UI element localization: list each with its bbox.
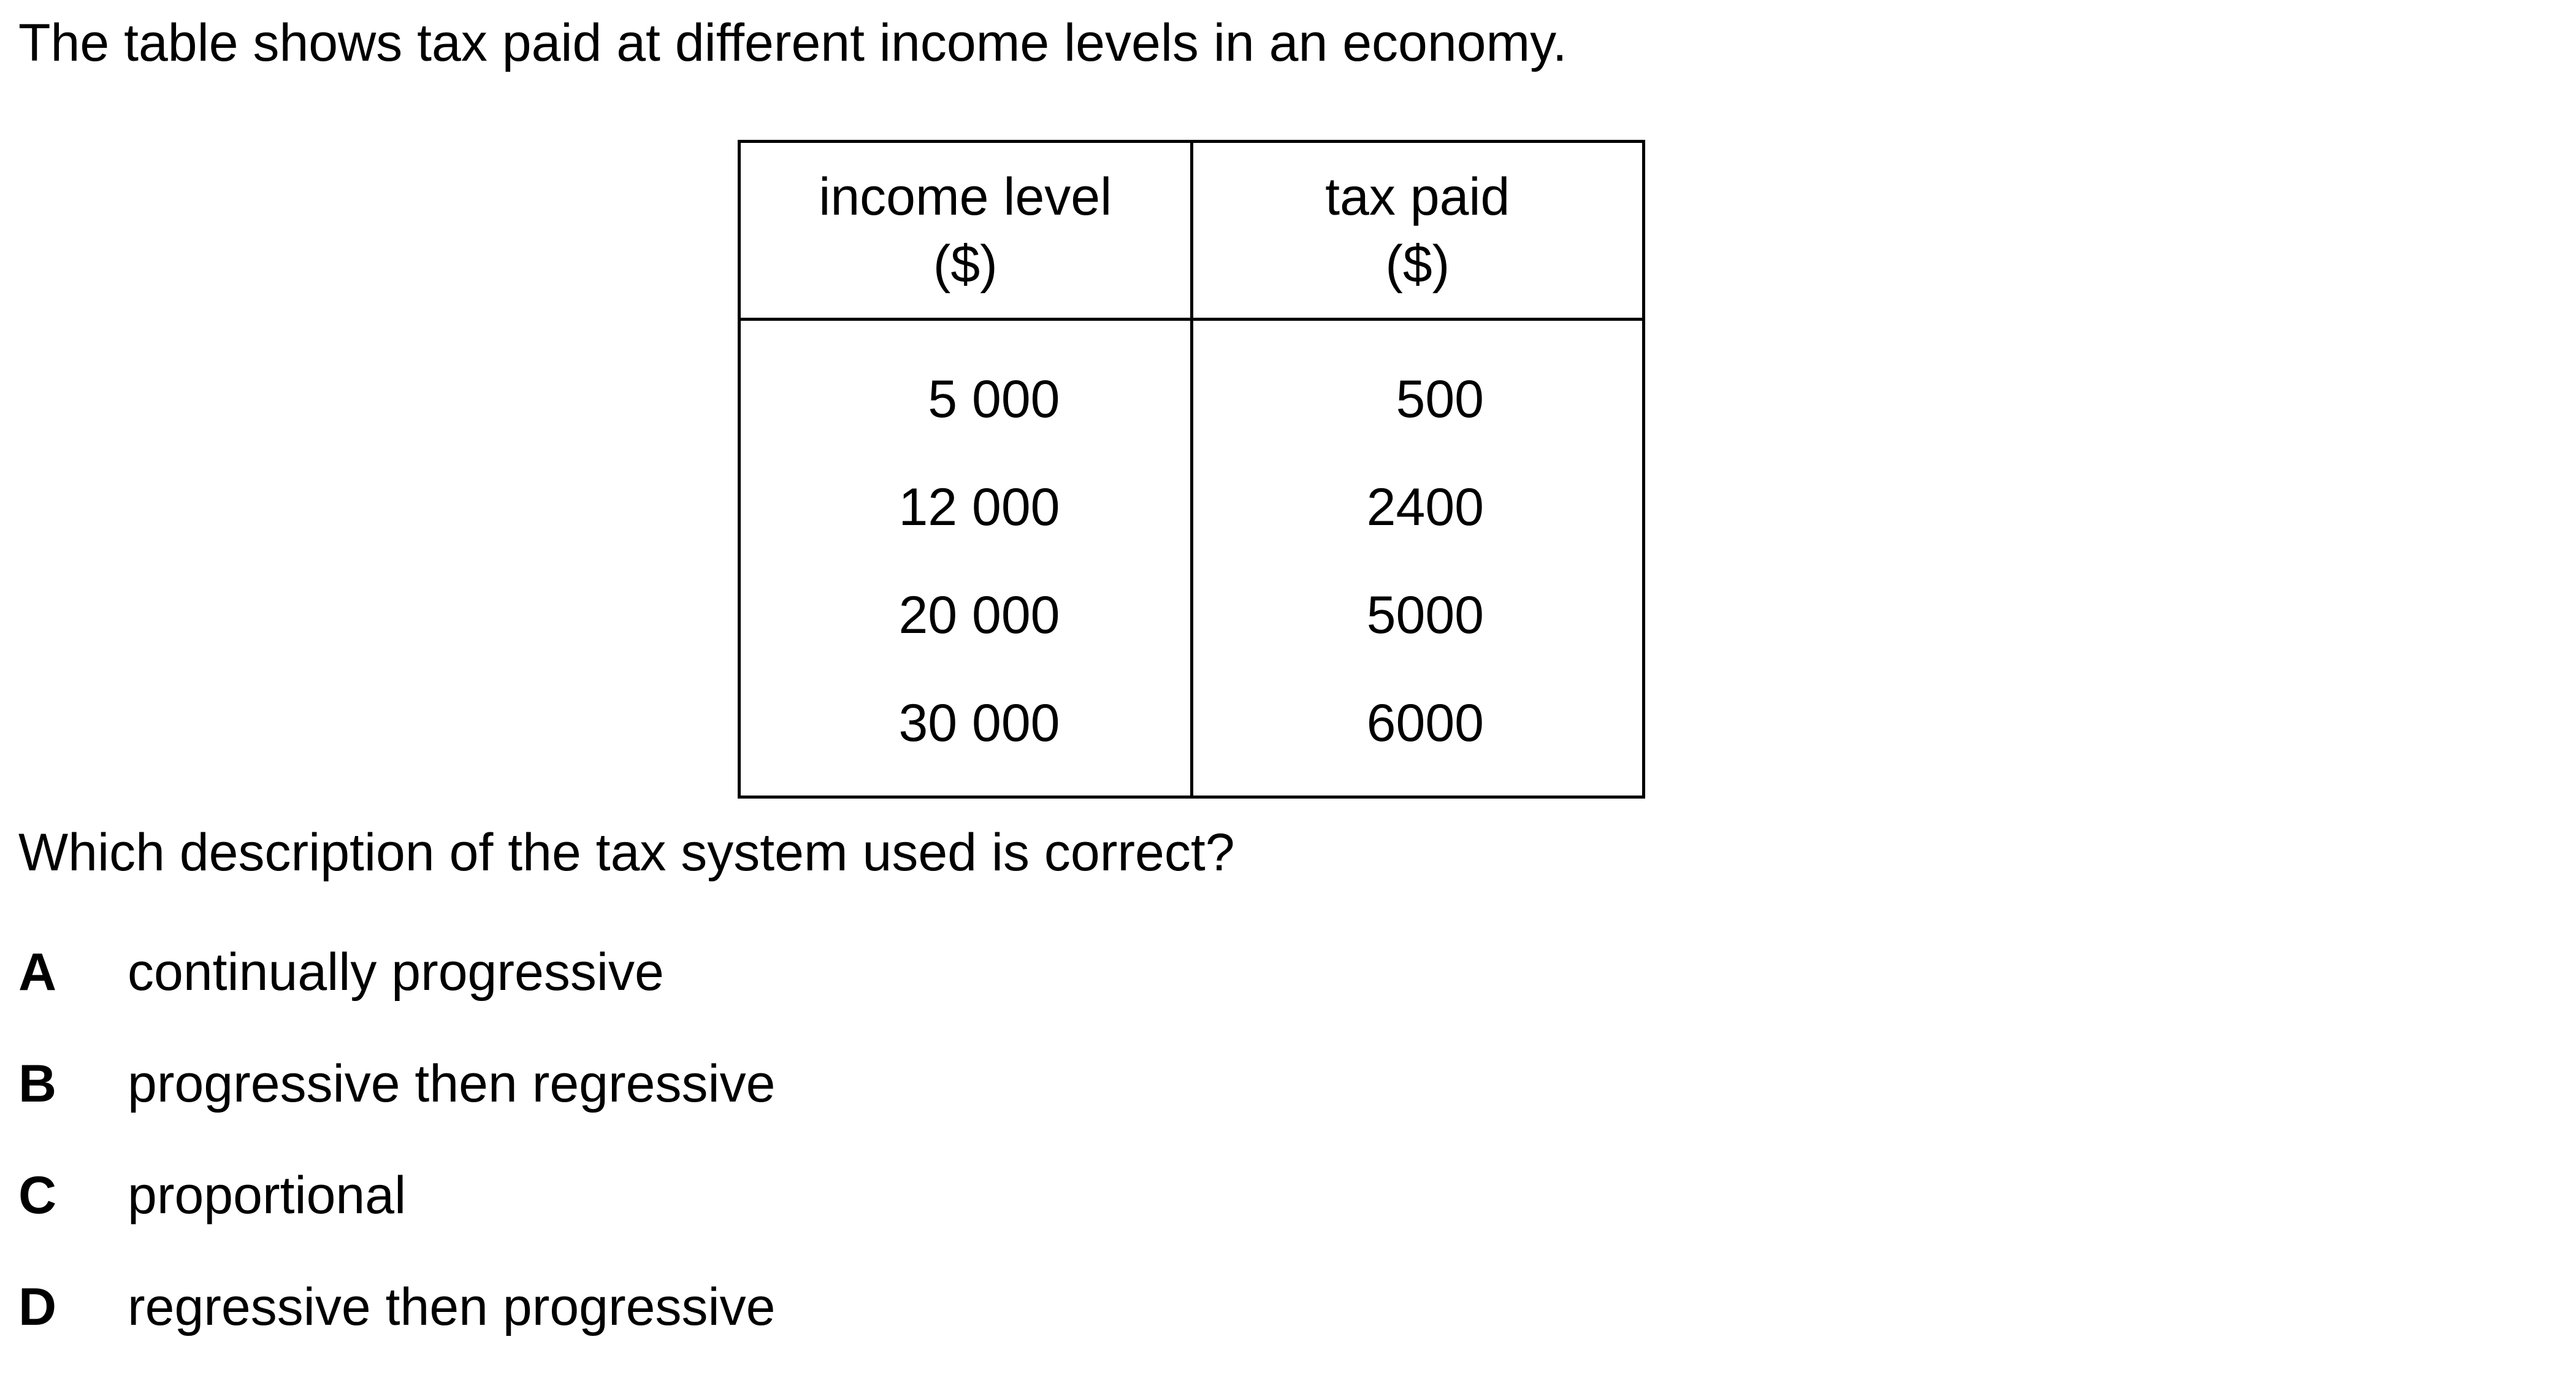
table-row: 5 000 500 (738, 319, 1645, 453)
option-letter: B (18, 1054, 57, 1113)
option-letter: D (18, 1278, 57, 1336)
tax-cell: 5000 (1190, 561, 1645, 669)
option-text: progressive then regressive (128, 1054, 776, 1113)
tax-table: income level ($) tax paid ($) 5 000 500 … (738, 140, 1645, 799)
tax-cell: 6000 (1190, 669, 1645, 799)
table-row: 12 000 2400 (738, 453, 1645, 561)
tax-paid-header-label: tax paid (1325, 167, 1510, 226)
table-row: 20 000 5000 (738, 561, 1645, 669)
question-text: Which description of the tax system used… (18, 823, 1235, 882)
income-cell: 12 000 (738, 453, 1193, 561)
income-cell: 30 000 (738, 669, 1193, 799)
table-header-row: income level ($) tax paid ($) (738, 140, 1645, 321)
option-letter: A (18, 943, 57, 1002)
tax-paid-header-unit: ($) (1385, 234, 1450, 294)
income-level-header: income level ($) (738, 140, 1193, 321)
tax-cell: 500 (1190, 319, 1645, 453)
income-level-header-unit: ($) (933, 234, 998, 294)
intro-text: The table shows tax paid at different in… (18, 13, 1567, 72)
option-text: proportional (128, 1166, 407, 1225)
income-cell: 20 000 (738, 561, 1193, 669)
option-letter: C (18, 1166, 57, 1225)
tax-cell: 2400 (1190, 453, 1645, 561)
option-text: continually progressive (128, 943, 664, 1002)
income-cell: 5 000 (738, 319, 1193, 453)
income-level-header-label: income level (819, 167, 1112, 226)
tax-paid-header: tax paid ($) (1190, 140, 1645, 321)
table-row: 30 000 6000 (738, 669, 1645, 799)
option-text: regressive then progressive (128, 1278, 776, 1336)
